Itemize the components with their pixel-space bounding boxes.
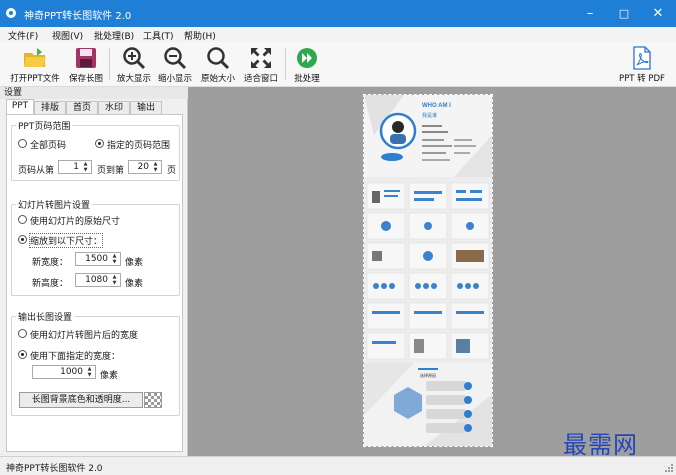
tab-watermark[interactable]: 水印 [98, 101, 130, 114]
output-width-spinner[interactable]: 1000 ▲ ▼ [32, 365, 96, 379]
toolbar-separator [109, 48, 110, 80]
menu-help[interactable]: 帮助(H) [184, 29, 216, 42]
minimize-button[interactable]: – [573, 0, 607, 27]
slide-width-label: 使用幻灯片转图片后的宽度 [30, 331, 139, 341]
new-height-label: 新高度： [32, 279, 69, 289]
original-size-button[interactable]: 原始大小 [197, 46, 239, 84]
new-height-unit: 像素 [125, 279, 144, 289]
new-width-unit: 像素 [125, 258, 144, 268]
zoom-in-button[interactable]: 放大显示 [114, 46, 154, 84]
zoom-out-icon [162, 46, 188, 70]
status-bar: 神奇PPT转长图软件 2.0 [0, 456, 676, 475]
fit-window-icon [248, 46, 274, 70]
slide-image-title: 幻灯片转图片设置 [16, 198, 93, 211]
page-range-title: PPT页码范围 [16, 119, 73, 132]
open-ppt-button[interactable]: 打开PPT文件 [8, 46, 62, 84]
menu-file[interactable]: 文件(F) [8, 29, 38, 42]
spinner-arrows-icon: ▲ ▼ [112, 274, 117, 286]
close-button[interactable]: ✕ [641, 0, 675, 27]
tab-layout[interactable]: 排版 [34, 101, 66, 114]
menu-bar: 文件(F) 视图(V) 批处理(B) 工具(T) 帮助(H) [0, 27, 676, 42]
scale-size-label: 缩放到以下尺寸： [28, 233, 104, 248]
all-pages-radio[interactable] [18, 139, 27, 148]
fit-window-button[interactable]: 适合窗口 [240, 46, 282, 84]
original-size-radio[interactable] [18, 215, 27, 224]
tab-output[interactable]: 输出 [130, 101, 162, 114]
preview-header-name: 我是谁 [422, 112, 437, 119]
open-folder-icon [22, 46, 48, 70]
transparency-swatch[interactable] [144, 392, 162, 408]
save-image-button[interactable]: 保存长图 [66, 46, 106, 84]
spinner-arrows-icon: ▲ ▼ [112, 253, 117, 265]
specified-pages-label: 指定的页码范围 [107, 141, 171, 151]
save-disk-icon [73, 46, 99, 70]
zoom-out-button[interactable]: 缩小显示 [155, 46, 195, 84]
toolbar: 打开PPT文件 保存长图 放大显示 缩小显示 原始大小 适合窗口 批处理 PPT… [0, 42, 676, 87]
new-width-label: 新宽度： [32, 258, 69, 268]
menu-batch[interactable]: 批处理(B) [94, 29, 134, 42]
batch-button[interactable]: 批处理 [290, 46, 324, 84]
preview-section-label: 选择原因 [420, 372, 436, 378]
specified-width-label: 使用下面指定的宽度： [30, 352, 121, 362]
new-height-spinner[interactable]: 1080 ▲ ▼ [75, 273, 121, 287]
spinner-arrows-icon: ▲ ▼ [87, 366, 92, 378]
spinner-arrows-icon: ▲ ▼ [83, 161, 88, 173]
page-to-spinner[interactable]: 20 ▲ ▼ [128, 160, 162, 174]
scale-size-radio[interactable] [18, 235, 27, 244]
pdf-file-icon [629, 46, 655, 70]
page-suffix-label: 页 [167, 166, 177, 176]
settings-panel-header: 设置 [0, 87, 188, 99]
menu-view[interactable]: 视图(V) [52, 29, 83, 42]
page-to-label: 页到第 [97, 166, 125, 176]
zoom-in-icon [121, 46, 147, 70]
resize-grip-icon[interactable] [665, 464, 673, 472]
long-image-thumbnail: WHO AM I 我是谁 选择原因 [364, 95, 492, 446]
maximize-button[interactable]: □ [607, 0, 641, 27]
site-watermark: 最需网 [563, 431, 638, 459]
spinner-arrows-icon: ▲ ▼ [153, 161, 158, 173]
output-title: 输出长图设置 [16, 310, 75, 323]
specified-pages-radio[interactable] [95, 139, 104, 148]
all-pages-label: 全部页码 [30, 141, 67, 151]
slide-width-radio[interactable] [18, 329, 27, 338]
ppt-to-pdf-button[interactable]: PPT 转 PDF [616, 46, 668, 84]
toolbar-separator [285, 48, 286, 80]
status-text: 神奇PPT转长图软件 2.0 [6, 464, 103, 474]
preview-header-title: WHO AM I [422, 103, 451, 109]
new-width-spinner[interactable]: 1500 ▲ ▼ [75, 252, 121, 266]
background-color-button[interactable]: 长图背景底色和透明度... [19, 392, 143, 408]
page-from-label: 页码从第 [18, 166, 55, 176]
specified-width-radio[interactable] [18, 350, 27, 359]
title-bar: 神奇PPT转长图软件 2.0 – □ ✕ [0, 0, 676, 27]
magnifier-icon [205, 46, 231, 70]
window-title: 神奇PPT转长图软件 2.0 [24, 11, 132, 22]
play-forward-icon [294, 46, 320, 70]
output-width-unit: 像素 [100, 371, 119, 381]
original-size-label: 使用幻灯片的原始尺寸 [30, 217, 121, 227]
app-icon [6, 8, 16, 18]
tab-ppt[interactable]: PPT [6, 99, 34, 114]
page-from-spinner[interactable]: 1 ▲ ▼ [58, 160, 92, 174]
menu-tools[interactable]: 工具(T) [143, 29, 174, 42]
tab-cover[interactable]: 首页 [66, 101, 98, 114]
long-image-preview[interactable]: WHO AM I 我是谁 选择原因 [363, 94, 493, 447]
